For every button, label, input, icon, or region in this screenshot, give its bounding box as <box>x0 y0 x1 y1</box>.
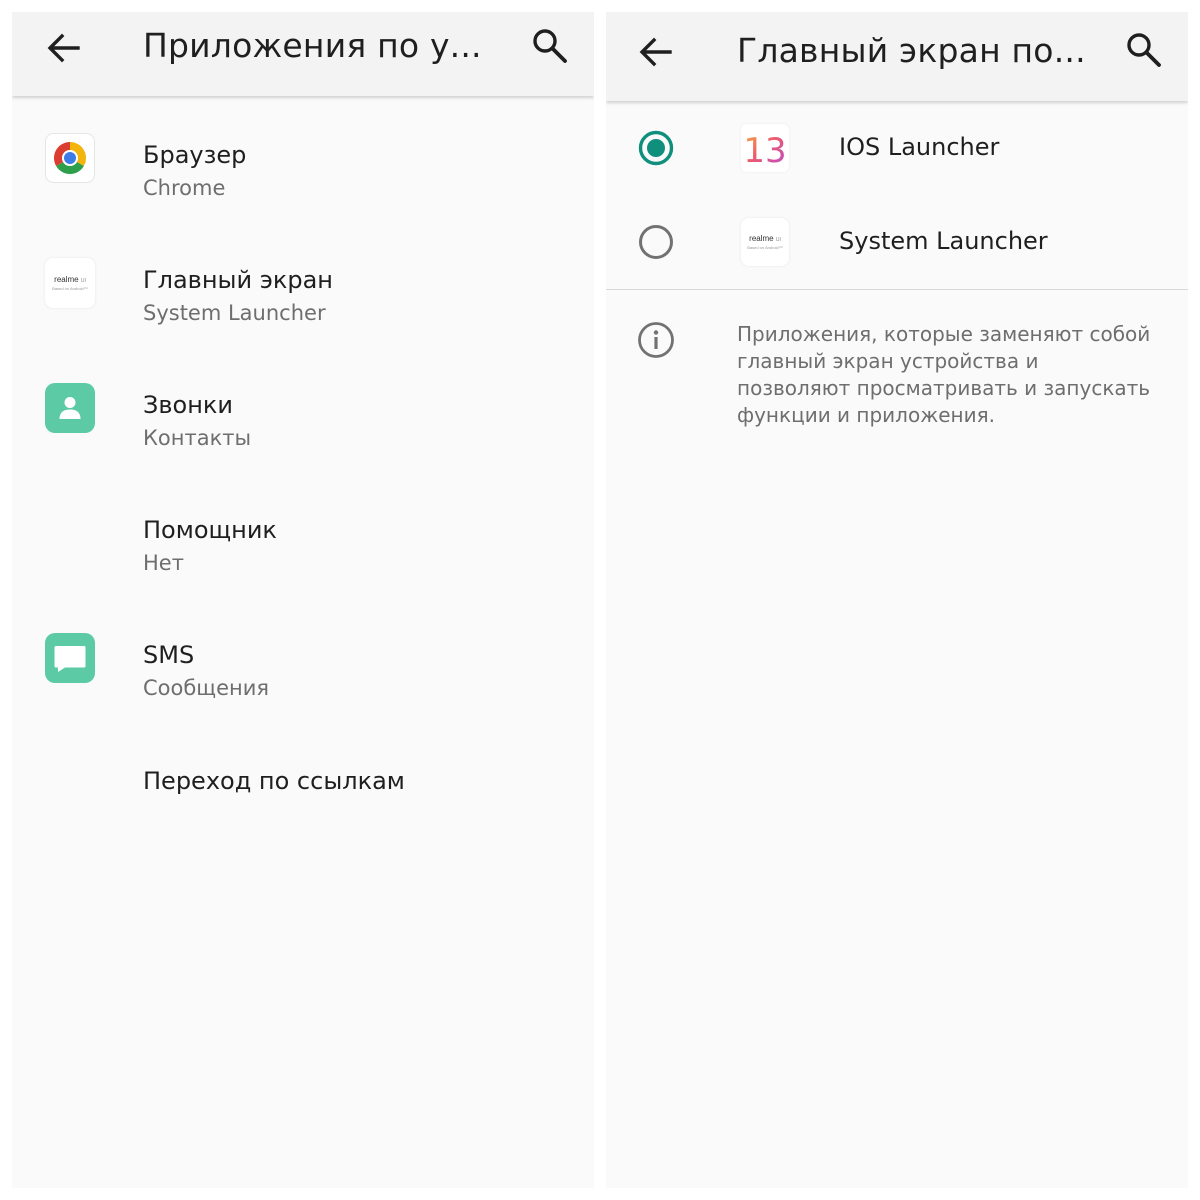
item-subtitle: Контакты <box>143 426 252 450</box>
page-title: Приложения по у... <box>143 26 482 65</box>
realme-subtext: Based on Android™ <box>747 245 783 250</box>
default-app-browser[interactable]: Браузер Chrome <box>12 109 594 209</box>
default-app-calls[interactable]: Звонки Контакты <box>12 359 594 459</box>
launcher-label: IOS Launcher <box>839 133 1000 161</box>
item-title: Переход по ссылкам <box>143 767 405 795</box>
info-description: Приложения, которые заменяют собой главн… <box>737 322 1151 427</box>
launcher-label: System Launcher <box>839 227 1048 255</box>
item-title: Браузер <box>143 141 247 169</box>
item-title: Звонки <box>143 391 233 419</box>
item-subtitle: System Launcher <box>143 301 326 325</box>
contacts-icon <box>45 383 95 433</box>
back-arrow-icon[interactable] <box>636 32 676 72</box>
page-title: Главный экран по... <box>737 31 1086 70</box>
item-subtitle: Chrome <box>143 176 226 200</box>
realme-ui-suffix: UI <box>80 278 86 284</box>
realme-brand: realme <box>749 234 774 243</box>
realme-ui-icon: realme UI Based on Android™ <box>45 258 95 308</box>
ios13-icon: 13 <box>741 124 789 172</box>
realme-ui-suffix: UI <box>775 237 781 243</box>
divider <box>606 289 1188 290</box>
radio-selected-icon[interactable] <box>638 130 674 166</box>
item-title: Помощник <box>143 516 277 544</box>
item-subtitle: Нет <box>143 551 184 575</box>
default-apps-screen: Приложения по у... Браузер Chrome realme… <box>12 12 594 1188</box>
realme-brand: realme <box>54 275 79 284</box>
launcher-option-ios[interactable]: 13 IOS Launcher <box>606 104 1188 194</box>
default-app-home-screen[interactable]: realme UI Based on Android™ Главный экра… <box>12 234 594 334</box>
chrome-icon <box>45 133 95 183</box>
home-app-screen: Главный экран по... 13 IOS Launcher real… <box>606 12 1188 1188</box>
default-app-sms[interactable]: SMS Сообщения <box>12 609 594 709</box>
app-bar: Главный экран по... <box>606 12 1188 101</box>
item-title: SMS <box>143 641 195 669</box>
item-subtitle: Сообщения <box>143 676 270 700</box>
radio-unselected-icon[interactable] <box>638 224 674 260</box>
default-app-open-links[interactable]: Переход по ссылкам <box>12 734 594 804</box>
default-app-assistant[interactable]: Помощник Нет <box>12 484 594 584</box>
realme-subtext: Based on Android™ <box>52 286 88 291</box>
search-icon[interactable] <box>1124 30 1164 70</box>
item-title: Главный экран <box>143 266 333 294</box>
app-bar: Приложения по у... <box>12 12 594 96</box>
realme-ui-icon: realme UI Based on Android™ <box>741 218 789 266</box>
messages-icon <box>45 633 95 683</box>
launcher-option-system[interactable]: realme UI Based on Android™ System Launc… <box>606 198 1188 288</box>
ios13-number: 13 <box>743 131 786 171</box>
search-icon[interactable] <box>530 26 570 66</box>
back-arrow-icon[interactable] <box>44 28 84 68</box>
info-icon <box>638 322 674 358</box>
